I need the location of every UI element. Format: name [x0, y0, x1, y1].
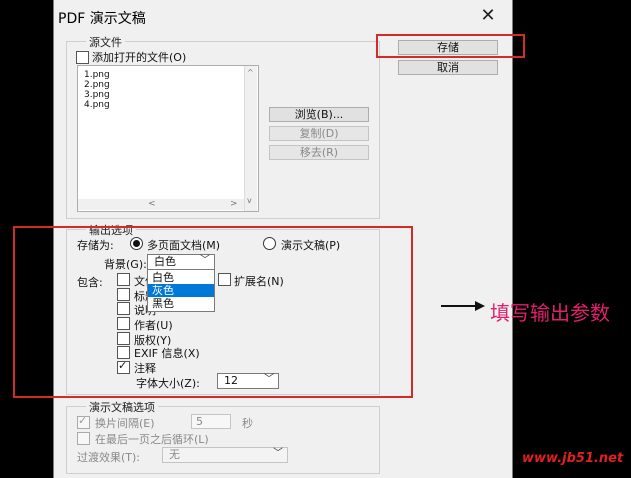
horizontal-scrollbar[interactable]: < >: [78, 199, 244, 210]
scroll-up-icon[interactable]: ^: [247, 68, 254, 77]
scroll-down-icon[interactable]: v: [247, 196, 252, 205]
source-files-legend: 源文件: [86, 34, 125, 50]
annotation-text: 填写输出参数: [490, 301, 610, 325]
transition-select[interactable]: 无 ﹀: [162, 447, 288, 463]
right-arrow-icon: [441, 301, 485, 311]
add-open-files-label: 添加打开的文件(O): [92, 51, 187, 64]
seconds-label: 秒: [242, 417, 253, 430]
list-item[interactable]: 2.png: [84, 80, 110, 90]
loop-label: 在最后一页之后循环(L): [95, 433, 209, 446]
loop-checkbox[interactable]: [77, 432, 90, 445]
scroll-left-icon[interactable]: <: [148, 199, 156, 209]
advance-label: 换片间隔(E): [95, 417, 155, 430]
list-item[interactable]: 1.png: [84, 70, 110, 80]
browse-button[interactable]: 浏览(B)...: [269, 107, 369, 122]
watermark: www.jb51.net: [522, 451, 624, 466]
cancel-button[interactable]: 取消: [398, 60, 498, 75]
transition-value: 无: [169, 448, 180, 461]
file-listbox[interactable]: 1.png 2.png 3.png 4.png ^ v < >: [77, 65, 259, 212]
save-highlight-box: [376, 34, 525, 58]
advance-checkbox[interactable]: [77, 414, 90, 429]
transition-label: 过渡效果(T):: [77, 451, 141, 464]
advance-seconds-input[interactable]: 5: [191, 414, 231, 429]
list-item[interactable]: 3.png: [84, 90, 110, 100]
vertical-scrollbar[interactable]: ^ v: [244, 66, 257, 211]
dialog-title: PDF 演示文稿: [58, 11, 146, 27]
add-open-files-checkbox[interactable]: [76, 51, 89, 64]
close-icon[interactable]: ✕: [478, 6, 498, 26]
list-item[interactable]: 4.png: [84, 100, 110, 110]
chevron-down-icon[interactable]: ﹀: [273, 447, 283, 461]
duplicate-button[interactable]: 复制(D): [269, 126, 369, 141]
output-highlight-box: [13, 226, 413, 398]
remove-button[interactable]: 移去(R): [269, 145, 369, 160]
presentation-options-legend: 演示文稿选项: [86, 399, 158, 415]
scroll-right-icon[interactable]: >: [230, 199, 238, 209]
